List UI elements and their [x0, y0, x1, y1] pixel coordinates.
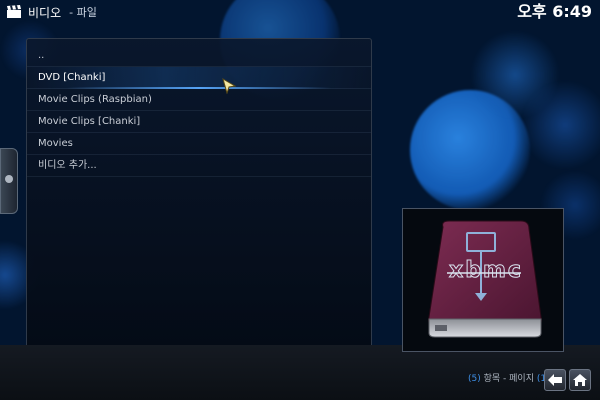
back-button[interactable] [544, 369, 566, 391]
list-item-label: Movie Clips (Raspbian) [38, 94, 152, 105]
list-item-movie-clips-chanki[interactable]: Movie Clips [Chanki] [27, 111, 371, 133]
list-item-dvd-chanki[interactable]: DVD [Chanki] [27, 67, 371, 89]
mouse-cursor-icon [222, 77, 237, 95]
window-header: 비디오 - 파일 [0, 0, 97, 24]
window-title: 비디오 [28, 5, 62, 20]
home-icon [573, 374, 587, 386]
list-item-movies[interactable]: Movies [27, 133, 371, 155]
list-item-movie-clips-raspbian[interactable]: Movie Clips (Raspbian) [27, 89, 371, 111]
media-center-screen: 비디오 - 파일 오후 6:49 .. DVD [Chanki] Movie C… [0, 0, 600, 400]
side-menu-tab[interactable] [0, 148, 18, 214]
list-item-label: DVD [Chanki] [38, 72, 106, 83]
window-subtitle: - 파일 [69, 6, 97, 19]
back-arrow-icon [548, 374, 562, 386]
list-item-label: 비디오 추가... [38, 160, 97, 171]
list-item-add-video[interactable]: 비디오 추가... [27, 155, 371, 177]
clapperboard-icon [6, 5, 22, 19]
list-item-parent-folder[interactable]: .. [27, 45, 371, 67]
file-list-panel: .. DVD [Chanki] Movie Clips (Raspbian) M… [26, 38, 372, 363]
home-button[interactable] [569, 369, 591, 391]
clock: 오후 6:49 [517, 2, 592, 21]
xbmc-drive-icon: xbmc [428, 220, 542, 338]
list-item-label: .. [38, 50, 45, 61]
svg-text:xbmc: xbmc [449, 258, 523, 283]
side-tab-dot-icon [5, 175, 13, 183]
list-item-label: Movie Clips [Chanki] [38, 116, 141, 127]
items-page-label: 항목 - 페이지 [480, 374, 537, 384]
thumbnail-panel: xbmc [402, 208, 564, 352]
background-bokeh [520, 80, 600, 170]
list-item-label: Movies [38, 138, 73, 149]
